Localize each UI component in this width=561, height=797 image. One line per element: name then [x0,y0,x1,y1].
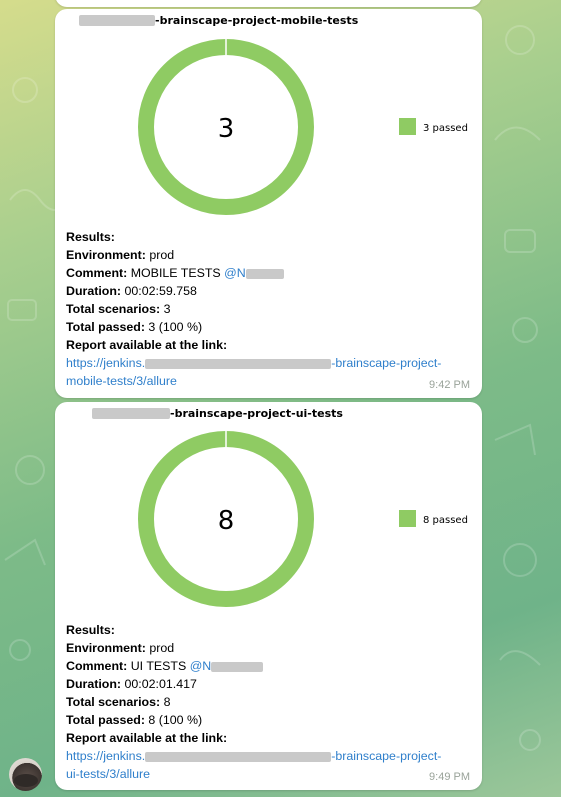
environment-value: prod [149,248,175,262]
results-label: Results: [66,623,115,637]
environment-label: Environment: [66,641,146,655]
legend-label-passed: 8 passed [423,515,468,526]
report-link-line2: ui-tests/3/allure [66,767,151,781]
total-passed-value: 3 (100 %) [148,320,203,334]
redacted-link-part [145,358,332,369]
sender-avatar[interactable] [9,758,42,791]
previous-message-bubble-edge [55,0,482,7]
redacted-title-prefix [92,408,170,419]
comment-value: UI TESTS [130,659,187,673]
report-link-line2: mobile-tests/3/allure [66,374,177,388]
chart-title: -brainscape-project-mobile-tests [155,14,359,27]
total-scenarios-value: 3 [163,302,171,316]
comment-label: Comment: [66,266,128,280]
report-link-suffix: -brainscape-project- [331,356,442,370]
redacted-username [245,268,284,279]
report-label: Report available at the link: [66,338,228,352]
report-link[interactable]: https://jenkins. -brainscape-project-mobi… [66,354,476,390]
total-passed-label: Total passed: [66,320,145,334]
user-mention-link[interactable]: @N [190,659,212,673]
chart-center-value: 3 [218,114,235,144]
report-link-prefix: https://jenkins. [66,749,146,763]
redacted-title-prefix [79,15,155,26]
report-link-prefix: https://jenkins. [66,356,146,370]
report-link[interactable]: https://jenkins. -brainscape-project-ui-t… [66,747,476,783]
message-timestamp: 9:42 PM [429,379,470,391]
comment-value: MOBILE TESTS [130,266,221,280]
message-text: Results: Environment: prod Comment: UI T… [66,621,476,783]
user-mention-link[interactable]: @N [224,266,246,280]
total-passed-label: Total passed: [66,713,145,727]
legend-swatch-passed [399,510,416,527]
legend-swatch-passed [399,118,416,135]
legend-label-passed: 3 passed [423,123,468,134]
report-label: Report available at the link: [66,731,228,745]
results-label: Results: [66,230,115,244]
environment-label: Environment: [66,248,146,262]
duration-value: 00:02:59.758 [124,284,197,298]
redacted-link-part [145,751,332,762]
report-message-ui-tests[interactable]: -brainscape-project-ui-tests 8 8 passed … [55,402,482,790]
total-scenarios-label: Total scenarios: [66,302,161,316]
report-message-mobile-tests[interactable]: -brainscape-project-mobile-tests 3 3 pas… [55,9,482,398]
comment-label: Comment: [66,659,128,673]
chart-title: -brainscape-project-ui-tests [170,407,343,420]
redacted-username [211,661,264,672]
duration-value: 00:02:01.417 [124,677,197,691]
total-scenarios-label: Total scenarios: [66,695,161,709]
chart-center-value: 8 [218,506,235,536]
duration-label: Duration: [66,284,122,298]
report-link-suffix: -brainscape-project- [331,749,442,763]
test-results-chart: -brainscape-project-ui-tests 8 8 passed [92,407,468,607]
test-results-chart: -brainscape-project-mobile-tests 3 3 pas… [79,14,468,215]
total-scenarios-value: 8 [163,695,171,709]
message-text: Results: Environment: prod Comment: MOBI… [66,228,476,390]
environment-value: prod [149,641,175,655]
duration-label: Duration: [66,677,122,691]
message-timestamp: 9:49 PM [429,771,470,783]
total-passed-value: 8 (100 %) [148,713,203,727]
